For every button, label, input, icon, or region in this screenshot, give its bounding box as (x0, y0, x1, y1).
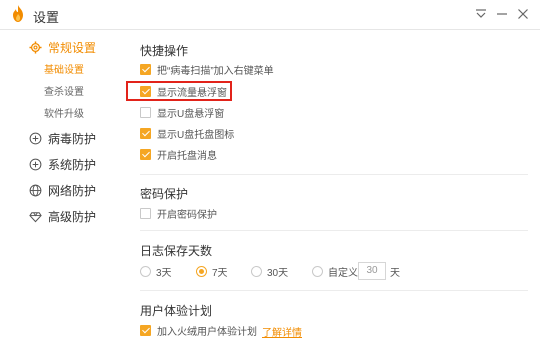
sidebar-item-network-protection[interactable]: 网络防护 (28, 180, 96, 200)
option-join-ux-plan[interactable]: 加入火绒用户体验计划 (140, 322, 257, 338)
option-label: 开启密码保护 (157, 209, 217, 221)
option-label: 显示流量悬浮窗 (157, 87, 227, 99)
radio-7-days[interactable]: 7天 (196, 263, 228, 279)
close-icon (518, 9, 528, 19)
sidebar-item-virus-protection[interactable]: 病毒防护 (28, 128, 96, 148)
option-show-traffic-float[interactable]: 显示流量悬浮窗 (140, 83, 227, 99)
radio-custom-days[interactable]: 自定义 (312, 263, 358, 279)
subitem-basic-settings[interactable]: 基础设置 (44, 64, 84, 78)
radio-label: 7天 (212, 267, 228, 279)
divider (140, 230, 528, 231)
window-title: 设置 (33, 10, 60, 25)
sidebar-item-advanced-protection[interactable]: 高级防护 (28, 206, 96, 226)
option-enable-tray-messages[interactable]: 开启托盘消息 (140, 146, 217, 162)
option-show-usb-float[interactable]: 显示U盘悬浮窗 (140, 104, 224, 120)
minimize-icon (497, 13, 507, 15)
section-title-quick-ops: 快捷操作 (140, 44, 189, 58)
section-title-ux-plan: 用户体验计划 (140, 304, 213, 318)
close-button[interactable] (513, 4, 533, 24)
sidebar-item-system-protection[interactable]: 系统防护 (28, 154, 96, 174)
radio-button[interactable] (140, 265, 151, 277)
option-label: 显示U盘悬浮窗 (157, 108, 225, 120)
subitem-software-update[interactable]: 软件升级 (44, 108, 84, 122)
sidebar-item-label: 常规设置 (48, 40, 97, 55)
menu-icon (476, 9, 486, 18)
radio-label: 3天 (156, 267, 172, 279)
section-title-password: 密码保护 (140, 187, 189, 201)
sidebar-item-label: 病毒防护 (48, 131, 97, 146)
checkbox[interactable] (140, 207, 151, 219)
globe-icon (28, 183, 42, 197)
radio-30-days[interactable]: 30天 (251, 263, 288, 279)
divider (140, 174, 528, 175)
option-label: 开启托盘消息 (157, 150, 217, 162)
app-logo-icon (13, 5, 23, 22)
option-label: 把“病毒扫描”加入右键菜单 (157, 65, 274, 77)
custom-days-input[interactable]: 30 (358, 262, 386, 280)
menu-button[interactable] (471, 4, 491, 24)
checkbox[interactable] (140, 106, 151, 118)
plus-circle-icon (28, 131, 42, 145)
learn-more-link[interactable]: 了解详情 (262, 324, 302, 339)
checkbox[interactable] (140, 127, 151, 139)
sidebar-item-label: 网络防护 (48, 183, 97, 198)
option-add-to-context-menu[interactable]: 把“病毒扫描”加入右键菜单 (140, 61, 274, 77)
checkbox[interactable] (140, 63, 151, 75)
divider (140, 290, 528, 291)
option-label: 加入火绒用户体验计划 (157, 326, 257, 338)
option-show-usb-tray-icon[interactable]: 显示U盘托盘图标 (140, 125, 234, 141)
radio-button[interactable] (251, 265, 262, 277)
option-enable-password[interactable]: 开启密码保护 (140, 205, 217, 221)
radio-button[interactable] (312, 265, 323, 277)
checkbox[interactable] (140, 324, 151, 336)
sidebar: 常规设置 基础设置 查杀设置 软件升级 病毒防护 系统防护 网络防护 高级防护 (0, 31, 120, 360)
subitem-scan-settings[interactable]: 查杀设置 (44, 86, 84, 100)
settings-content: 快捷操作 把“病毒扫描”加入右键菜单 显示流量悬浮窗 显示U盘悬浮窗 显示U盘托… (122, 31, 540, 360)
section-title-log-days: 日志保存天数 (140, 244, 213, 258)
checkbox[interactable] (140, 85, 151, 97)
minimize-button[interactable] (492, 4, 512, 24)
title-bar: 设置 (0, 0, 540, 30)
radio-button[interactable] (196, 265, 207, 277)
gear-icon (28, 40, 42, 54)
days-unit-label: 天 (390, 268, 400, 279)
sidebar-item-label: 高级防护 (48, 209, 97, 224)
radio-label: 自定义 (328, 267, 358, 279)
checkbox[interactable] (140, 148, 151, 160)
sidebar-item-label: 系统防护 (48, 157, 97, 172)
sidebar-item-general[interactable]: 常规设置 (28, 37, 96, 57)
diamond-icon (28, 209, 42, 223)
plus-circle-icon (28, 157, 42, 171)
radio-label: 30天 (267, 267, 289, 279)
option-label: 显示U盘托盘图标 (157, 129, 235, 141)
radio-3-days[interactable]: 3天 (140, 263, 172, 279)
